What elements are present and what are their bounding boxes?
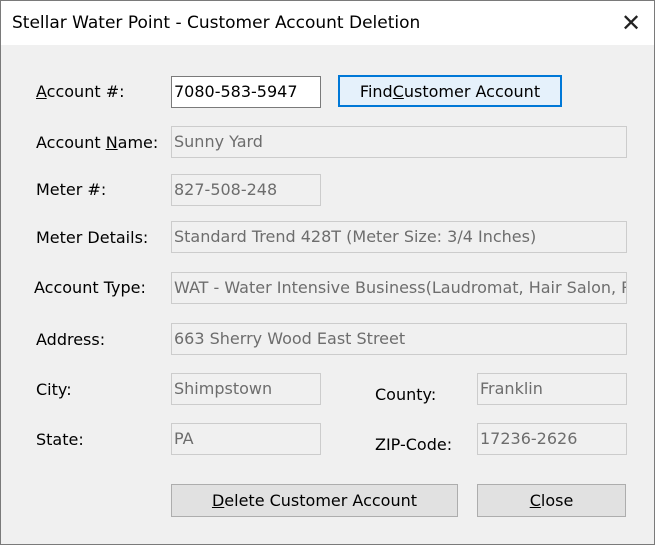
account-number-label-accesskey: A — [36, 82, 47, 101]
close-button-label-post: lose — [540, 491, 574, 510]
account-type-field: WAT - Water Intensive Business(Laudromat… — [171, 272, 627, 304]
delete-button-label-accesskey: D — [211, 491, 225, 510]
find-button-label-accesskey: C — [392, 81, 404, 101]
account-number-input[interactable]: 7080-583-5947 — [171, 76, 321, 108]
close-icon[interactable]: ✕ — [608, 1, 654, 45]
close-button[interactable]: Close — [477, 484, 626, 517]
address-label: Address: — [36, 330, 106, 349]
account-number-label: Account #: — [36, 82, 125, 101]
meter-details-field: Standard Trend 428T (Meter Size: 3/4 Inc… — [171, 221, 627, 253]
delete-button-label-post: elete Customer Account — [224, 491, 418, 510]
title-bar: Stellar Water Point - Customer Account D… — [1, 1, 654, 45]
find-button-label-post: ustomer Account — [403, 81, 541, 101]
account-name-label-accesskey: N — [105, 133, 118, 152]
zip-code-label: ZIP-Code: — [375, 435, 453, 454]
state-field: PA — [171, 423, 321, 455]
find-customer-account-button[interactable]: Find Customer Account — [338, 75, 562, 107]
window-title: Stellar Water Point - Customer Account D… — [12, 13, 421, 33]
address-field: 663 Sherry Wood East Street — [171, 323, 627, 355]
account-name-label-post: ame: — [117, 133, 159, 152]
state-label: State: — [36, 430, 84, 449]
account-name-label-pre: Account — [36, 133, 106, 152]
county-label: County: — [375, 385, 437, 404]
account-number-label-post: ccount #: — [46, 82, 125, 101]
zip-code-field: 17236-2626 — [477, 423, 627, 455]
meter-details-label: Meter Details: — [36, 228, 149, 247]
city-label: City: — [36, 380, 72, 399]
delete-customer-account-button[interactable]: Delete Customer Account — [171, 484, 458, 517]
close-button-label-accesskey: C — [529, 491, 541, 510]
meter-number-field: 827-508-248 — [171, 174, 321, 206]
account-name-field: Sunny Yard — [171, 126, 627, 158]
dialog-window: Stellar Water Point - Customer Account D… — [0, 0, 655, 545]
meter-number-label: Meter #: — [36, 180, 107, 199]
city-field: Shimpstown — [171, 373, 321, 405]
county-field: Franklin — [477, 373, 627, 405]
account-name-label: Account Name: — [36, 133, 158, 152]
account-type-label: Account Type: — [34, 278, 146, 297]
find-button-label-pre: Find — [359, 81, 393, 101]
